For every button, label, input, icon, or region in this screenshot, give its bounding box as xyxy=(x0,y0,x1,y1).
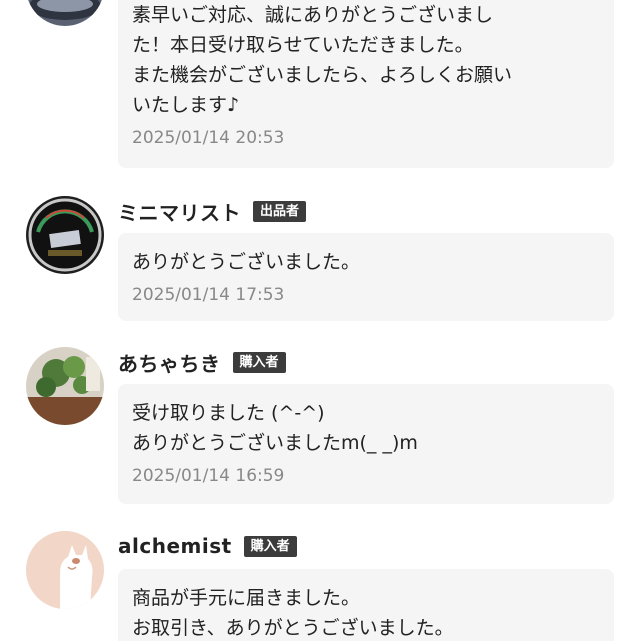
comment-text: 受け取りました (^-^) xyxy=(132,402,325,424)
user-avatar[interactable] xyxy=(26,347,104,425)
comment-text: 商品が手元に届きました。 xyxy=(132,587,361,609)
comment-bubble: 商品が手元に届きました。 お取引き、ありがとうございました。 xyxy=(118,569,614,641)
comment-timestamp: 2025/01/14 20:53 xyxy=(132,128,285,148)
user-avatar[interactable] xyxy=(26,0,104,26)
comment-timestamp: 2025/01/14 17:53 xyxy=(132,285,285,305)
comment-timestamp: 2025/01/14 16:59 xyxy=(132,466,285,486)
user-name[interactable]: あちゃちき xyxy=(118,348,221,377)
plant-photo-avatar xyxy=(26,347,104,425)
cat-illustration-avatar xyxy=(26,531,104,609)
comment-text: 素早いご対応、誠にありがとうございまし xyxy=(132,4,494,26)
comment-bubble: ありがとうございました。 2025/01/14 17:53 xyxy=(118,233,614,321)
comment-text: いたします♪ xyxy=(132,94,240,116)
role-badge: 出品者 xyxy=(253,200,307,222)
comment-header: alchemist 購入者 xyxy=(118,531,297,561)
comment-bubble: 受け取りました (^-^) ありがとうございましたm(_ _)m 2025/01… xyxy=(118,384,614,504)
role-badge: 購入者 xyxy=(232,351,286,373)
user-name[interactable]: ミニマリスト xyxy=(118,197,241,226)
comment-bubble: 素早いご対応、誠にありがとうございまし た！本日受け取らせていただきました。 ま… xyxy=(118,0,614,168)
user-avatar[interactable] xyxy=(26,531,104,609)
car-photo-avatar xyxy=(26,0,104,26)
comment-text: た！本日受け取らせていただきました。 xyxy=(132,34,474,56)
gauge-photo-avatar xyxy=(26,196,104,274)
comment-header: あちゃちき 購入者 xyxy=(118,347,286,377)
role-badge: 購入者 xyxy=(243,535,297,557)
comment-text: また機会がございましたら、よろしくお願い xyxy=(132,64,513,86)
comment-text: お取引き、ありがとうございました。 xyxy=(132,617,454,639)
user-avatar[interactable] xyxy=(26,196,104,274)
user-name[interactable]: alchemist xyxy=(118,534,232,558)
comment-thread: 素早いご対応、誠にありがとうございまし た！本日受け取らせていただきました。 ま… xyxy=(0,0,641,641)
comment-header: ミニマリスト 出品者 xyxy=(118,196,307,226)
comment-text: ありがとうございました。 xyxy=(132,251,361,273)
comment-text: ありがとうございましたm(_ _)m xyxy=(132,432,418,454)
